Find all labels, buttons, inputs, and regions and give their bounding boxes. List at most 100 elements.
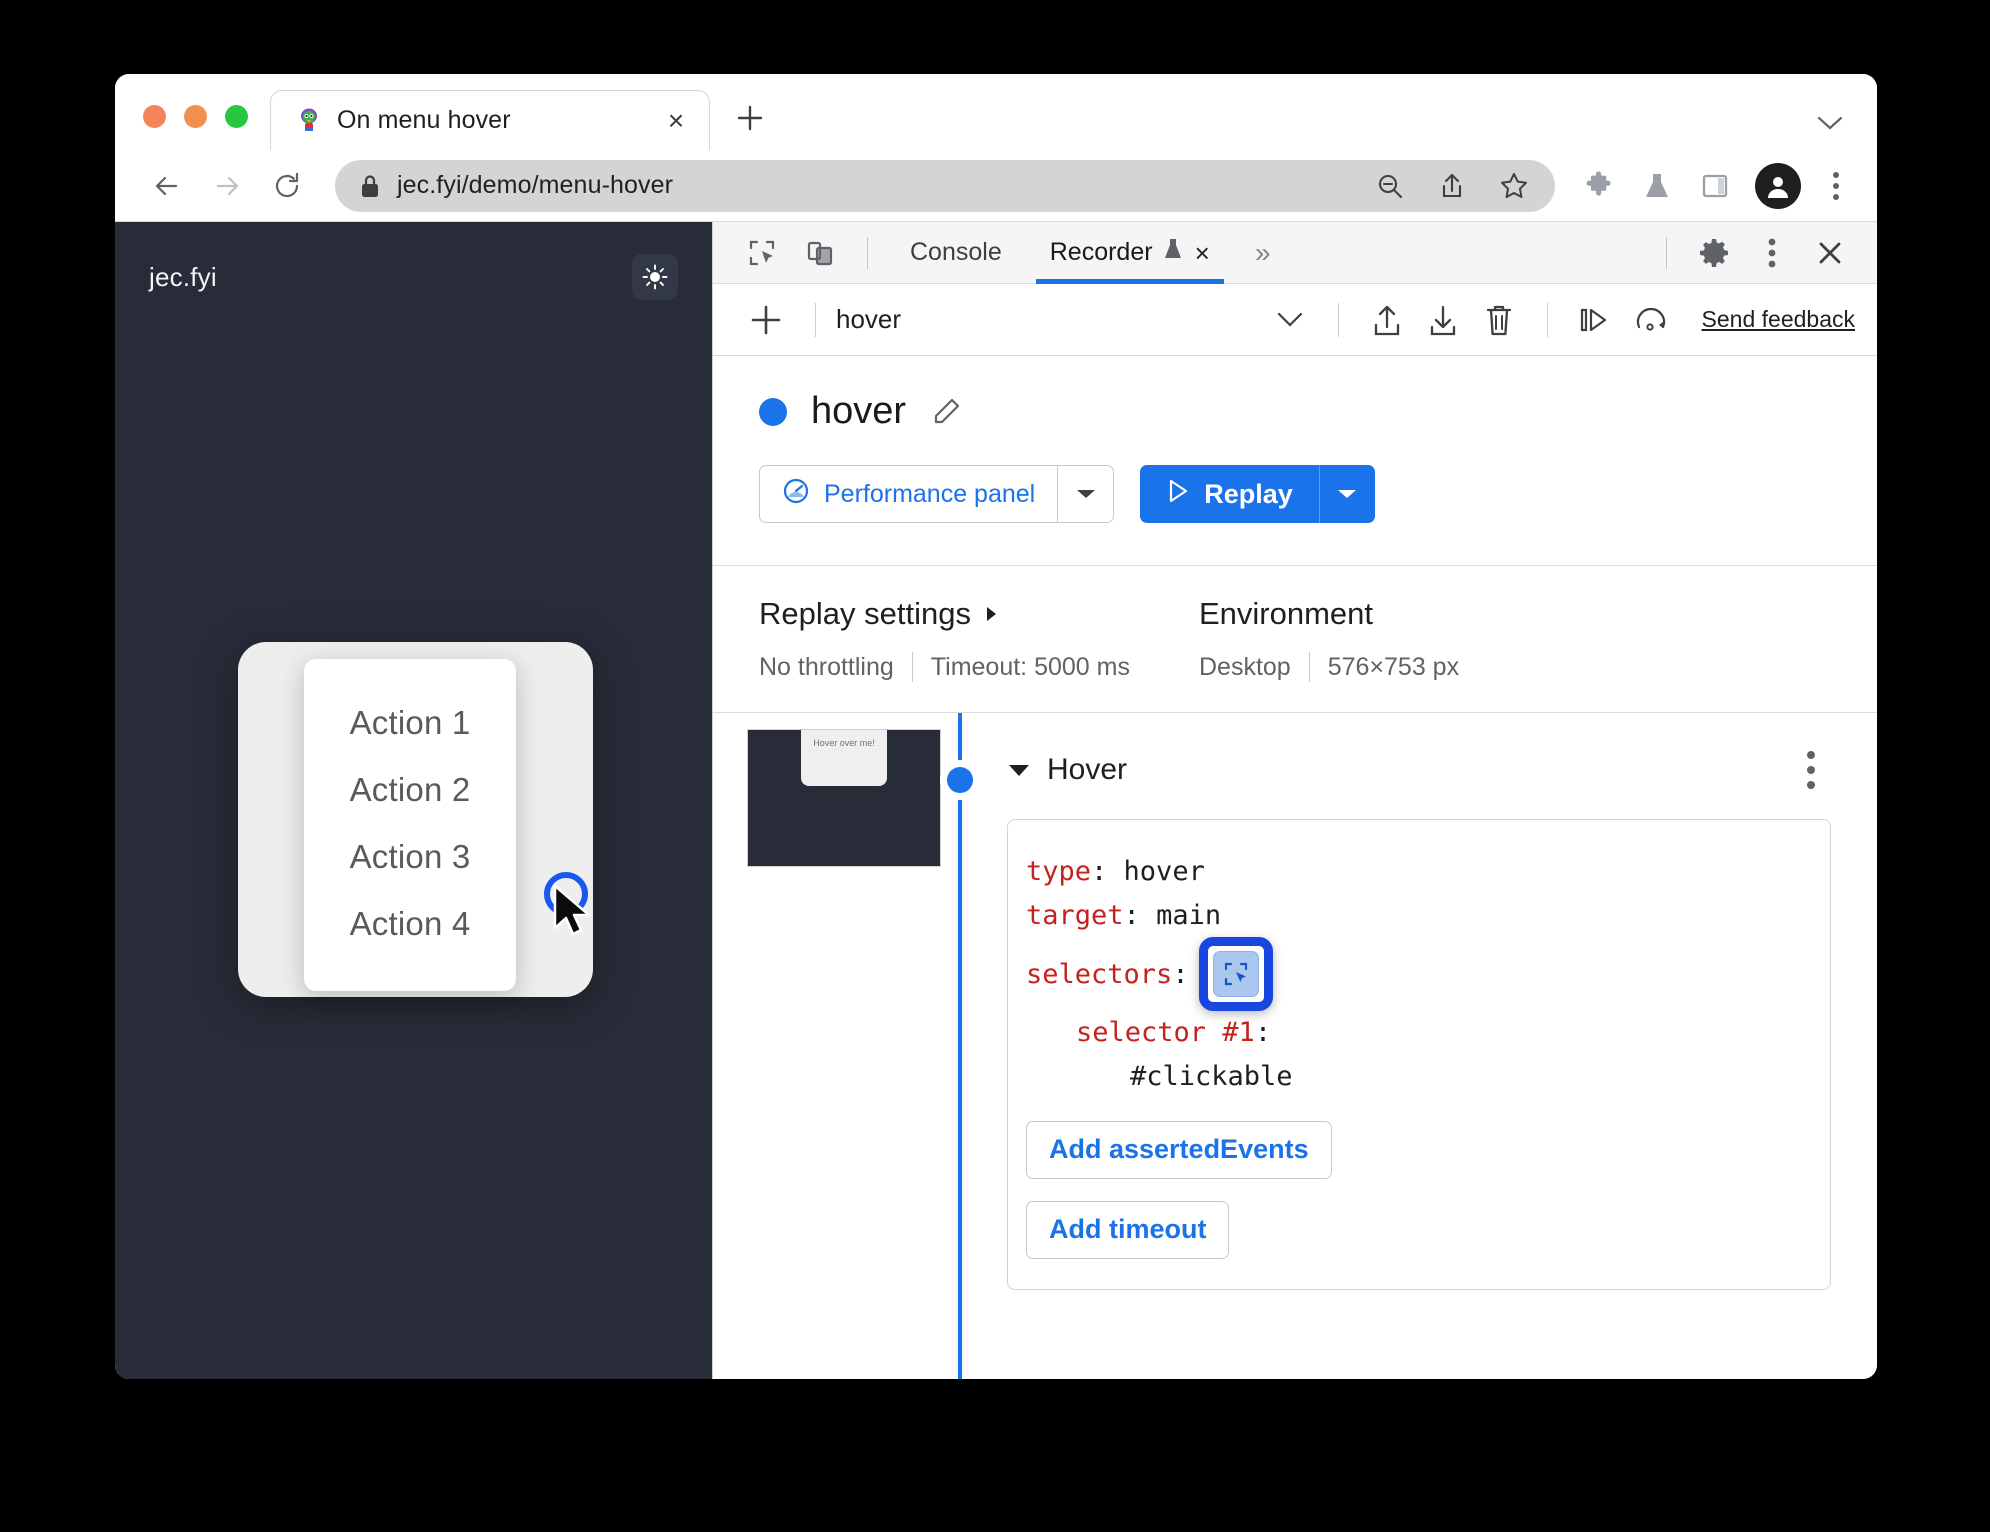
recording-selector-label[interactable]: hover — [836, 304, 901, 335]
replay-speed-icon[interactable] — [1624, 292, 1680, 348]
step-menu-icon[interactable] — [1791, 743, 1831, 797]
code-line-selector-value[interactable]: #clickable — [1026, 1055, 1794, 1099]
devtools-tab-bar: Console Recorder × » — [713, 222, 1877, 284]
replay-settings-title: Replay settings — [759, 596, 971, 631]
delete-recording-icon[interactable] — [1471, 292, 1527, 348]
close-tab-icon[interactable]: × — [659, 104, 693, 138]
divider — [911, 652, 913, 682]
code-value-target: main — [1156, 899, 1222, 931]
replay-settings-values: No throttling Timeout: 5000 ms — [759, 652, 1199, 682]
browser-toolbar: jec.fyi/demo/menu-hover — [115, 150, 1877, 222]
step-thumbnail-column: Hover over me! — [713, 713, 941, 1379]
close-window-button[interactable] — [143, 105, 166, 128]
replay-button-main[interactable]: Replay — [1140, 465, 1319, 523]
recording-action-buttons: Performance panel Replay — [759, 465, 1877, 523]
site-header: jec.fyi — [115, 222, 712, 300]
performance-panel-button-main[interactable]: Performance panel — [760, 466, 1057, 522]
zoom-out-icon[interactable] — [1367, 163, 1413, 209]
performance-panel-label: Performance panel — [824, 479, 1036, 508]
step-code-box: type: hover target: main selectors: sele… — [1007, 819, 1831, 1290]
replay-settings-section: Replay settings No throttling Timeout: 5… — [759, 596, 1199, 682]
timeout-value: Timeout: 5000 ms — [930, 652, 1130, 681]
replay-button-label: Replay — [1204, 478, 1293, 509]
window-controls — [115, 105, 270, 150]
extensions-puzzle-icon[interactable] — [1575, 162, 1623, 210]
menu-item[interactable]: Action 4 — [350, 890, 471, 957]
address-bar-url: jec.fyi/demo/menu-hover — [397, 171, 674, 199]
code-line-target[interactable]: target: main — [1026, 894, 1794, 938]
lock-icon — [359, 173, 381, 199]
mouse-pointer-icon — [551, 884, 599, 949]
step-thumbnail: Hover over me! — [747, 729, 941, 867]
tab-console[interactable]: Console — [888, 222, 1024, 284]
environment-title: Environment — [1199, 596, 1374, 631]
address-bar[interactable]: jec.fyi/demo/menu-hover — [335, 159, 1555, 212]
close-recorder-tab-icon[interactable]: × — [1195, 240, 1210, 266]
dot — [1807, 781, 1815, 789]
browser-window: On menu hover × jec.fyi/demo/menu-hover … — [115, 74, 1877, 1379]
theme-toggle-button[interactable] — [632, 254, 678, 300]
highlight-ring — [1198, 937, 1273, 1012]
performance-icon — [782, 477, 810, 512]
code-value-selector: #clickable — [1130, 1061, 1293, 1093]
new-recording-button[interactable] — [737, 291, 795, 349]
side-panel-icon[interactable] — [1691, 162, 1739, 210]
gear-icon[interactable] — [1687, 228, 1741, 278]
selector-picker-icon[interactable] — [1212, 951, 1259, 998]
browser-tab[interactable]: On menu hover × — [270, 90, 710, 150]
import-recording-icon[interactable] — [1359, 292, 1415, 348]
site-brand[interactable]: jec.fyi — [149, 262, 217, 293]
more-tabs-icon[interactable]: » — [1236, 228, 1290, 278]
tab-recorder[interactable]: Recorder × — [1028, 222, 1232, 284]
environment-viewport: 576×753 px — [1327, 652, 1460, 681]
menu-item[interactable]: Action 1 — [350, 689, 471, 756]
send-feedback-link[interactable]: Send feedback — [1702, 306, 1855, 333]
inspect-element-icon[interactable] — [735, 228, 789, 278]
divider — [1546, 302, 1548, 337]
recording-dropdown-icon[interactable] — [1262, 292, 1318, 348]
share-icon[interactable] — [1429, 163, 1475, 209]
performance-panel-button[interactable]: Performance panel — [759, 465, 1115, 523]
replay-dropdown-icon[interactable] — [1318, 465, 1375, 523]
star-icon[interactable] — [1491, 163, 1537, 209]
divider — [1337, 302, 1339, 337]
chevron-down-icon[interactable] — [1815, 114, 1845, 132]
labs-flask-icon[interactable] — [1633, 162, 1681, 210]
back-icon[interactable] — [139, 158, 195, 214]
tab-strip: On menu hover × — [115, 74, 1877, 150]
recording-status-dot — [759, 397, 787, 426]
thumbnail-card: Hover over me! — [801, 730, 887, 786]
reload-icon[interactable] — [259, 158, 315, 214]
code-key-target: target — [1026, 899, 1124, 931]
new-tab-button[interactable] — [724, 92, 776, 144]
pencil-icon[interactable] — [930, 396, 962, 428]
replay-button[interactable]: Replay — [1140, 465, 1375, 523]
timeline-node[interactable] — [947, 767, 973, 793]
code-line-selectors[interactable]: selectors: — [1026, 937, 1794, 1012]
step-header[interactable]: Hover — [1007, 743, 1831, 797]
devtools-panel: Console Recorder × » hover Send feedback… — [712, 222, 1877, 1379]
export-recording-icon[interactable] — [1415, 292, 1471, 348]
browser-content: jec.fyi Hover over me! Action 1 Action 2… — [115, 222, 1877, 1379]
minimize-window-button[interactable] — [184, 105, 207, 128]
step-by-step-replay-icon[interactable] — [1568, 292, 1624, 348]
forward-icon[interactable] — [199, 158, 255, 214]
maximize-window-button[interactable] — [225, 105, 248, 128]
code-line-selector-1[interactable]: selector #1: — [1026, 1011, 1794, 1055]
devtools-menu-icon[interactable] — [1745, 228, 1799, 278]
replay-settings-title-row[interactable]: Replay settings — [759, 596, 1199, 632]
profile-avatar[interactable] — [1755, 162, 1801, 209]
add-asserted-events-button[interactable]: Add assertedEvents — [1026, 1120, 1332, 1179]
performance-panel-dropdown-icon[interactable] — [1057, 466, 1113, 522]
menu-item[interactable]: Action 3 — [350, 823, 471, 890]
menu-item[interactable]: Action 2 — [350, 756, 471, 823]
device-toolbar-icon[interactable] — [793, 228, 847, 278]
timeline-line — [958, 713, 962, 1379]
add-timeout-button[interactable]: Add timeout — [1026, 1200, 1230, 1259]
browser-menu-icon[interactable] — [1815, 162, 1857, 210]
divider — [1666, 236, 1667, 269]
chevron-right-icon[interactable] — [983, 596, 999, 632]
code-line-type[interactable]: type: hover — [1026, 850, 1794, 894]
close-devtools-icon[interactable] — [1803, 228, 1857, 278]
caret-down-icon[interactable] — [1007, 762, 1031, 778]
